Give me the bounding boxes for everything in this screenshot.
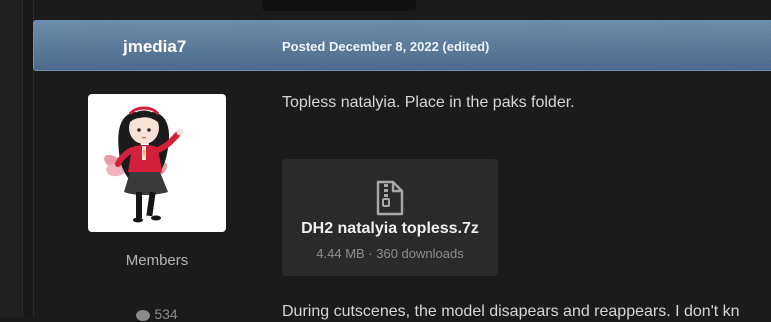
post-text-line-2: During cutscenes, the model disapears an… xyxy=(282,303,740,320)
post-count: 534 xyxy=(88,306,226,322)
post-count-value: 534 xyxy=(154,306,178,322)
author-username[interactable]: jmedia7 xyxy=(123,37,186,57)
zip-file-icon xyxy=(376,180,404,216)
post-date[interactable]: Posted December 8, 2022 (edited) xyxy=(282,39,489,54)
avatar[interactable] xyxy=(88,94,226,232)
page-edge xyxy=(0,0,23,317)
attachment-filename[interactable]: DH2 natalyia topless.7z xyxy=(282,220,498,238)
post-text-line: Topless natalyia. Place in the paks fold… xyxy=(282,94,575,111)
attachment-meta: 4.44 MB · 360 downloads xyxy=(316,246,464,261)
attachment-card[interactable]: DH2 natalyia topless.7z 4.44 MB · 360 do… xyxy=(282,159,498,276)
avatar-illustration xyxy=(104,106,184,223)
previous-post-tab xyxy=(262,0,416,11)
member-group: Members xyxy=(125,252,189,269)
comment-bubble-icon xyxy=(136,309,151,321)
